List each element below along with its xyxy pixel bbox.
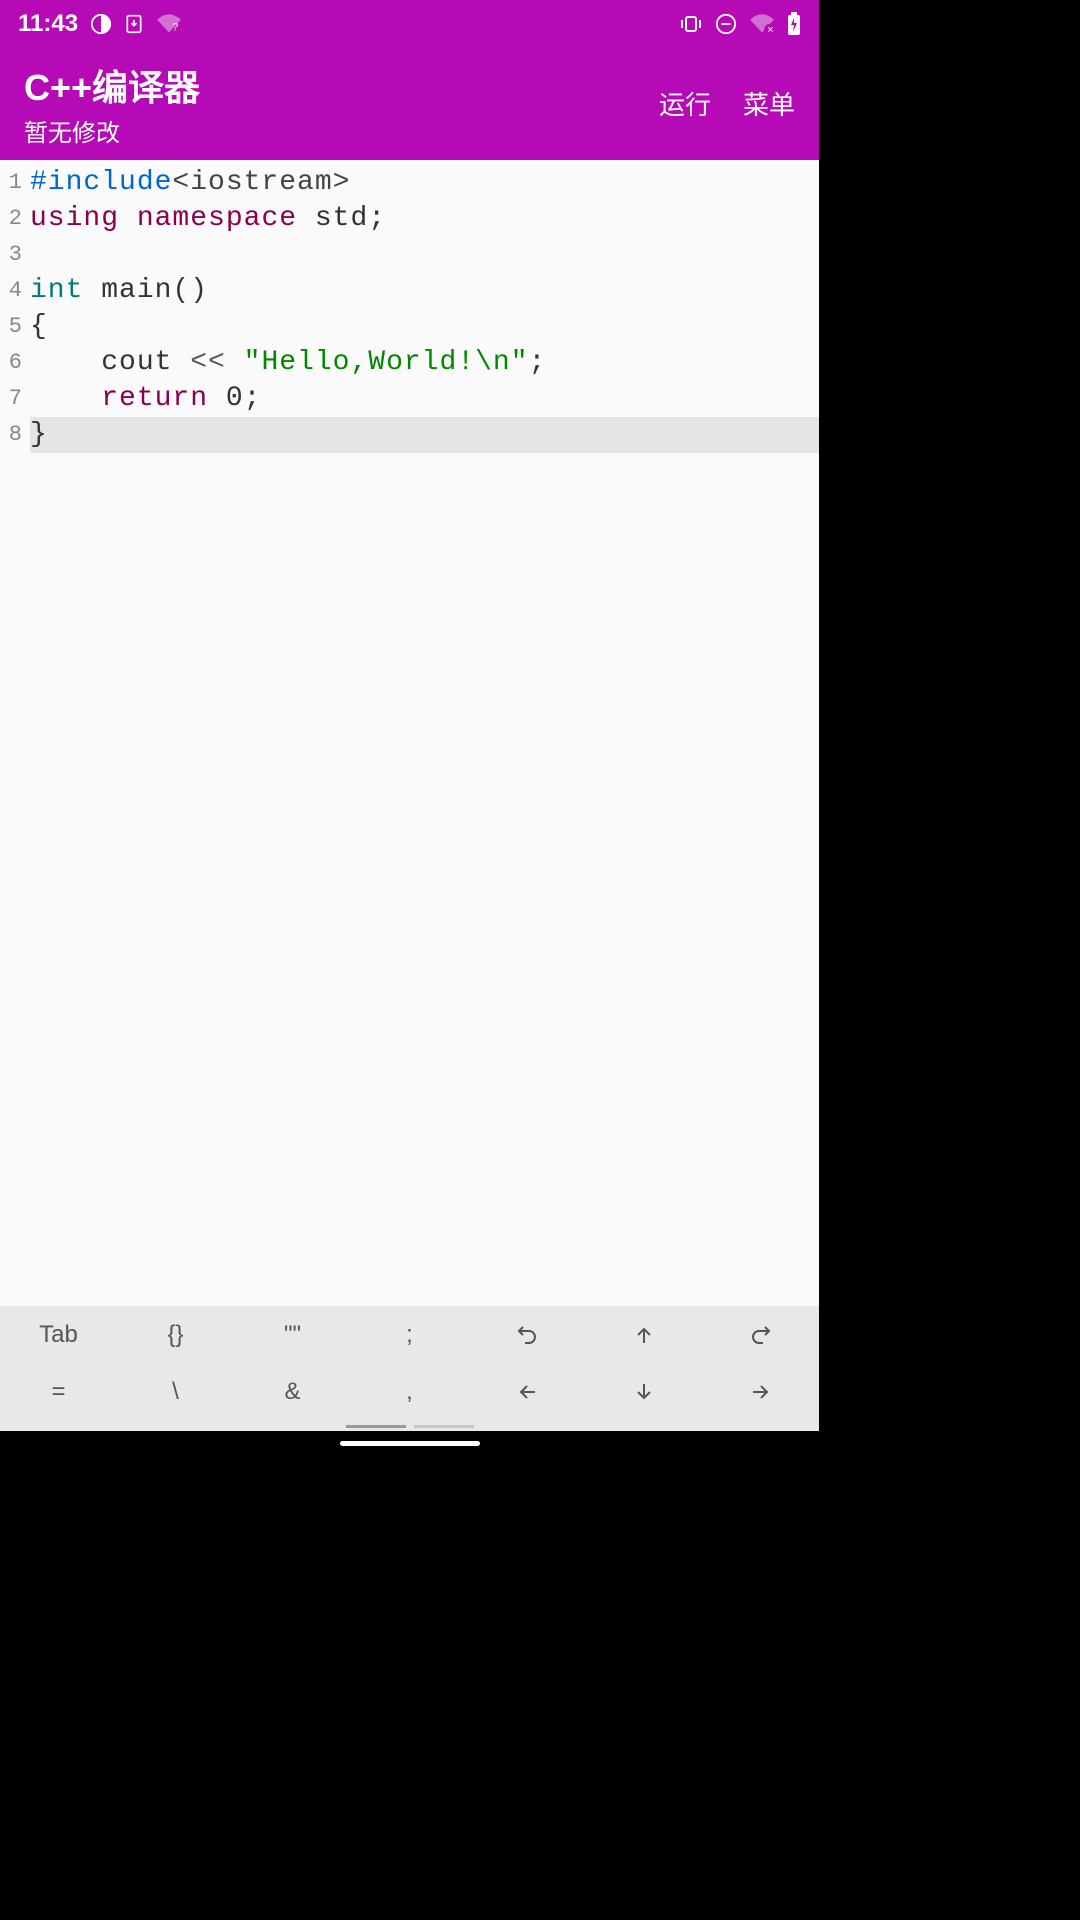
download-icon <box>124 13 144 35</box>
app-subtitle: 暂无修改 <box>24 113 200 148</box>
line-number: 4 <box>0 273 26 309</box>
line-number: 2 <box>0 201 26 237</box>
vibrate-icon <box>679 14 703 34</box>
nav-pill[interactable] <box>340 1441 480 1446</box>
dnd-icon <box>715 13 737 35</box>
right-icon[interactable] <box>702 1364 819 1422</box>
code-editor[interactable]: 12345678 #include<iostream>using namespa… <box>0 160 819 1306</box>
scroll-segment-active <box>346 1425 406 1428</box>
status-time: 11:43 <box>18 10 78 38</box>
code-content[interactable]: #include<iostream>using namespace std; in… <box>26 160 819 1306</box>
line-gutter: 12345678 <box>0 160 26 1306</box>
left-icon[interactable] <box>468 1364 585 1422</box>
line-number: 1 <box>0 165 26 201</box>
keyboard-toolbar: Tab{}""; =\&, <box>0 1306 819 1431</box>
line-number: 7 <box>0 381 26 417</box>
app-title: C++编译器 <box>24 59 200 111</box>
status-right: ✕ <box>679 12 801 36</box>
battery-charging-icon <box>787 12 801 36</box>
line-number: 5 <box>0 309 26 345</box>
toolbar-scroll-indicator <box>0 1421 819 1431</box>
code-line[interactable]: { <box>30 309 819 345</box>
code-line[interactable] <box>30 237 819 273</box>
key-braces[interactable]: {} <box>117 1306 234 1364</box>
down-icon[interactable] <box>585 1364 702 1422</box>
app-bar-title-group: C++编译器 暂无修改 <box>24 59 200 148</box>
toolbar-row-1: Tab{}""; <box>0 1306 819 1364</box>
line-number: 8 <box>0 417 26 453</box>
line-number: 3 <box>0 237 26 273</box>
code-line[interactable]: #include<iostream> <box>30 165 819 201</box>
wifi-error-icon: ✕ <box>749 13 775 35</box>
code-line[interactable]: cout << "Hello,World!\n"; <box>30 345 819 381</box>
key-quotes[interactable]: "" <box>234 1306 351 1364</box>
up-icon[interactable] <box>585 1306 702 1364</box>
line-number: 6 <box>0 345 26 381</box>
scroll-segment-inactive <box>414 1425 474 1428</box>
status-bar: 11:43 ? ✕ <box>0 0 819 47</box>
code-line[interactable]: return 0; <box>30 381 819 417</box>
app-bar-actions: 运行 菜单 <box>659 85 795 122</box>
key-equals[interactable]: = <box>0 1364 117 1422</box>
redo-icon[interactable] <box>702 1306 819 1364</box>
key-tab[interactable]: Tab <box>0 1306 117 1364</box>
wifi-question-icon: ? <box>156 13 182 35</box>
code-line[interactable]: using namespace std; <box>30 201 819 237</box>
svg-text:?: ? <box>172 21 178 33</box>
app-bar: C++编译器 暂无修改 运行 菜单 <box>0 47 819 160</box>
code-line[interactable]: } <box>30 417 819 453</box>
code-line[interactable]: int main() <box>30 273 819 309</box>
undo-icon[interactable] <box>468 1306 585 1364</box>
run-button[interactable]: 运行 <box>659 85 711 122</box>
toolbar-row-2: =\&, <box>0 1364 819 1422</box>
contrast-icon <box>90 13 112 35</box>
menu-button[interactable]: 菜单 <box>743 85 795 122</box>
key-semicolon[interactable]: ; <box>351 1306 468 1364</box>
key-amp[interactable]: & <box>234 1364 351 1422</box>
status-left: 11:43 ? <box>18 10 182 38</box>
svg-text:✕: ✕ <box>767 24 774 34</box>
system-nav-bar[interactable] <box>0 1431 819 1456</box>
key-backslash[interactable]: \ <box>117 1364 234 1422</box>
key-comma[interactable]: , <box>351 1364 468 1422</box>
